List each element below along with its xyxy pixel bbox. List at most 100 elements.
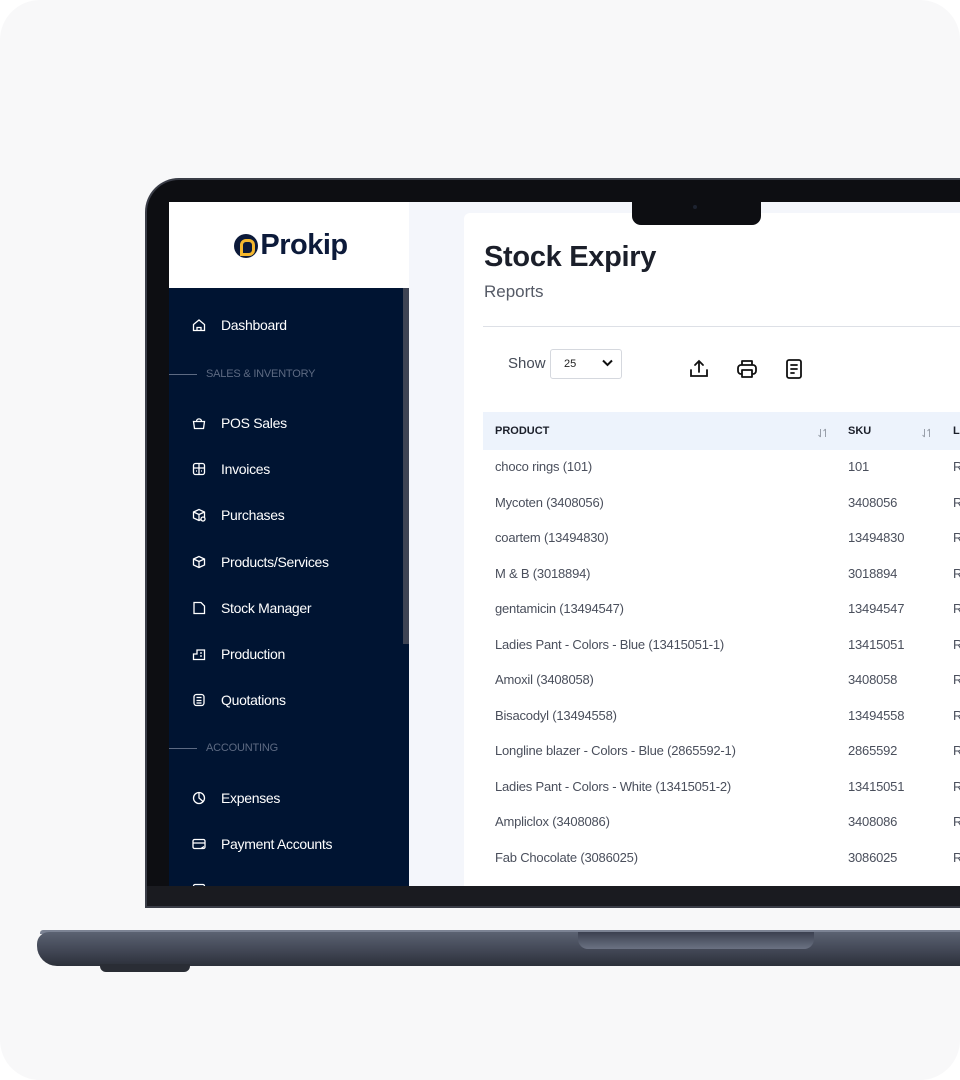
location-cell: R [953, 530, 960, 545]
print-icon[interactable] [735, 357, 759, 381]
calculator-icon [191, 692, 207, 708]
report-card: Stock Expiry Reports Show 25 PRODUCT SKU [464, 213, 960, 886]
table-row[interactable]: Amoxil (3408058) 3408058 R [483, 663, 960, 698]
table-row[interactable]: choco rings (101) 101 R [483, 450, 960, 485]
location-cell: R [953, 565, 960, 581]
invoice-icon [191, 461, 207, 477]
home-icon [191, 317, 207, 333]
sidebar-item-label: Stock Manager [221, 600, 312, 616]
laptop-bezel [147, 886, 960, 906]
sku-cell: 101 [848, 459, 870, 474]
sidebar-item-pos-sales[interactable]: POS Sales [191, 411, 287, 435]
section-sales-inventory: SALES & INVENTORY [169, 366, 315, 382]
sidebar-item-dashboard[interactable]: Dashboard [191, 313, 287, 337]
brand-name: Prokip [260, 228, 348, 261]
sku-cell: 13415051 [848, 778, 905, 794]
sidebar-item-label: Expenses [221, 790, 281, 806]
section-label: SALES & INVENTORY [206, 368, 316, 380]
logo[interactable]: Prokip [234, 228, 348, 262]
location-cell: R [953, 849, 960, 865]
product-cell: Mycoten (3408056) [495, 494, 604, 510]
folder-icon [191, 600, 207, 616]
purchase-box-icon [191, 507, 207, 523]
product-cell: Fab Chocolate (3086025) [495, 849, 638, 865]
page-title: Stock Expiry [484, 241, 657, 273]
sidebar-item-production[interactable]: Production [191, 642, 285, 666]
sidebar-item-label: Dashboard [221, 317, 287, 333]
sku-cell: 3408058 [848, 672, 898, 687]
product-cell: choco rings (101) [495, 459, 593, 474]
section-accounting: ACCOUNTING [169, 740, 278, 756]
table-row[interactable]: Longline blazer - Colors - Blue (2865592… [483, 734, 960, 769]
sku-cell: 13494558 [848, 707, 905, 723]
laptop-base [37, 932, 960, 966]
column-header-sku[interactable]: SKU [848, 425, 871, 437]
logo-area[interactable]: Prokip [169, 202, 409, 288]
product-cell: Ampliclox (3408086) [495, 814, 610, 829]
sidebar-item-label: Production [221, 646, 285, 662]
table-row[interactable]: gentamicin (13494547) 13494547 R [483, 592, 960, 627]
shopping-bag-icon [191, 415, 207, 431]
sidebar-item-label: Invoices [221, 461, 270, 477]
sidebar-item-label: Products/Services [221, 554, 329, 570]
product-cell: M & B (3018894) [495, 565, 591, 581]
header-divider [483, 326, 960, 327]
product-cell: coartem (13494830) [495, 530, 609, 545]
column-header-location[interactable]: LO [953, 425, 960, 437]
location-cell: R [953, 707, 960, 723]
sidebar-item-purchases[interactable]: Purchases [191, 503, 285, 527]
location-cell: R [953, 814, 960, 829]
table-row[interactable]: Mycoten (3408056) 3408056 R [483, 486, 960, 521]
sku-cell: 3408086 [848, 814, 898, 829]
card-icon [191, 836, 207, 852]
show-label: Show [508, 355, 546, 372]
sidebar-item-expenses[interactable]: Expenses [191, 786, 280, 810]
page-size-select[interactable]: 25 [550, 349, 622, 379]
location-cell: R [953, 459, 960, 474]
document-icon[interactable] [782, 357, 806, 381]
sidebar-scrollbar[interactable] [403, 288, 409, 644]
sort-icon[interactable] [817, 426, 829, 438]
sidebar-item-quotations[interactable]: Quotations [191, 688, 286, 712]
table-row[interactable]: M & B (3018894) 3018894 R [483, 557, 960, 592]
sku-cell: 13494547 [848, 601, 905, 616]
sort-icon[interactable] [921, 426, 933, 438]
table-row[interactable]: Ampliclox (3408086) 3408086 R [483, 805, 960, 840]
sidebar-item-partial[interactable] [191, 878, 221, 886]
table-row[interactable]: Ladies Pant - Colors - White (13415051-2… [483, 770, 960, 805]
product-cell: Bisacodyl (13494558) [495, 707, 617, 723]
page-size-value: 25 [564, 358, 577, 370]
sidebar-item-payment-accounts[interactable]: Payment Accounts [191, 832, 332, 856]
export-icon[interactable] [687, 357, 711, 381]
sku-cell: 3018894 [848, 565, 898, 581]
product-cell: Ladies Pant - Colors - Blue (13415051-1) [495, 636, 725, 652]
sku-cell: 3086025 [848, 849, 898, 865]
chevron-down-icon [602, 358, 613, 370]
location-cell: R [953, 601, 960, 616]
product-cell: gentamicin (13494547) [495, 601, 624, 616]
laptop-screen: Prokip Dashboard SALES & INVENTORY POS S… [169, 202, 960, 886]
section-label: ACCOUNTING [206, 742, 278, 754]
sidebar-item-invoices[interactable]: Invoices [191, 457, 270, 481]
sidebar-item-products-services[interactable]: Products/Services [191, 550, 329, 574]
location-cell: R [953, 778, 960, 794]
sku-cell: 13415051 [848, 636, 905, 652]
page-subtitle: Reports [484, 282, 544, 301]
table-row[interactable]: Bisacodyl (13494558) 13494558 R [483, 699, 960, 734]
location-cell: R [953, 743, 960, 758]
section-divider [169, 747, 197, 749]
report-icon [191, 882, 207, 886]
table-header: PRODUCT SKU LO [483, 412, 960, 450]
location-cell: R [953, 672, 960, 687]
factory-icon [191, 646, 207, 662]
table-row[interactable]: coartem (13494830) 13494830 R [483, 521, 960, 556]
location-cell: R [953, 494, 960, 510]
sidebar-item-label: Purchases [221, 507, 285, 523]
section-divider [169, 373, 197, 375]
table-row[interactable]: Ladies Pant - Colors - Blue (13415051-1)… [483, 628, 960, 663]
prokip-logo-icon [234, 234, 259, 258]
sidebar-item-stock-manager[interactable]: Stock Manager [191, 596, 312, 620]
sidebar-item-label: Payment Accounts [221, 836, 333, 852]
table-row[interactable]: Fab Chocolate (3086025) 3086025 R [483, 841, 960, 876]
column-header-product[interactable]: PRODUCT [495, 425, 549, 437]
